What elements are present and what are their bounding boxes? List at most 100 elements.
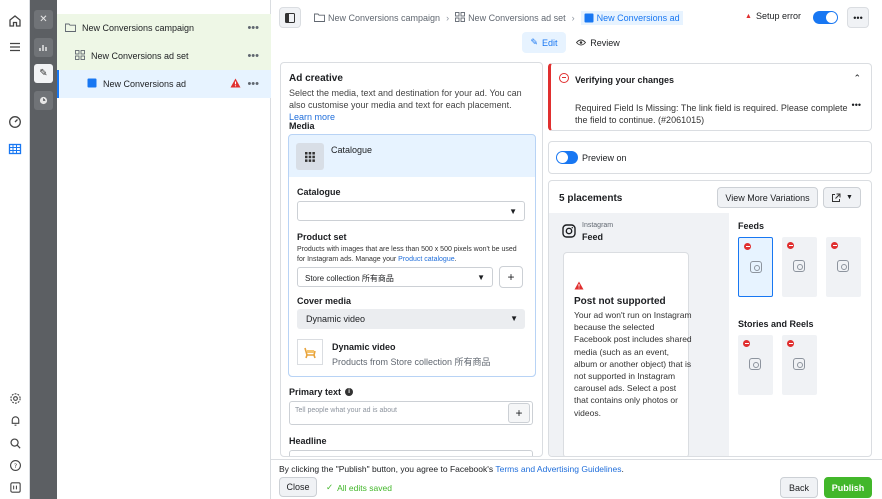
- share-preview-button[interactable]: ▼: [823, 187, 861, 208]
- chevron-up-icon[interactable]: ⌃: [853, 73, 861, 84]
- warning-icon: [230, 78, 241, 90]
- panel-icon: [285, 12, 295, 23]
- chart-icon[interactable]: [34, 38, 53, 57]
- instagram-label: Instagram: [582, 222, 614, 229]
- warning-icon: [574, 281, 584, 290]
- verify-changes-panel: Verifying your changes ⌃ Required Field …: [548, 63, 872, 131]
- product-set-value: Store collection 所有商品: [305, 274, 394, 283]
- folder-icon: [65, 23, 76, 34]
- feed-thumbnail-1[interactable]: [738, 237, 773, 297]
- report-icon[interactable]: [5, 477, 25, 497]
- crumb-adset[interactable]: New Conversions ad set: [468, 13, 566, 23]
- tree-adset-label: New Conversions ad set: [91, 51, 189, 61]
- story-thumbnail-2[interactable]: [782, 335, 817, 395]
- campaign-tree: New Conversions campaign ••• New Convers…: [57, 0, 271, 499]
- preview-toggle-card: Preview on: [548, 141, 872, 174]
- history-icon[interactable]: [34, 91, 53, 110]
- primary-text-input[interactable]: Tell people what your ad is about +: [289, 401, 533, 425]
- not-supported-card: Post not supported Your ad won't run on …: [563, 252, 692, 456]
- setup-error-label: Setup error: [755, 11, 801, 21]
- dynamic-video-subtitle: Products from Store collection 所有商品: [332, 357, 491, 367]
- instagram-icon: [562, 224, 576, 238]
- feed-thumbnail-2[interactable]: [782, 237, 817, 297]
- terms-link[interactable]: Terms and Advertising Guidelines: [495, 464, 621, 474]
- tree-item-adset[interactable]: New Conversions ad set •••: [57, 42, 271, 70]
- crumb-campaign[interactable]: New Conversions campaign: [328, 13, 440, 23]
- chevron-right-icon: ›: [571, 13, 575, 23]
- pencil-icon: ✎: [530, 37, 539, 47]
- media-label: Media: [289, 121, 315, 131]
- not-supported-title: Post not supported: [574, 296, 666, 307]
- dynamic-video-thumbnail: [297, 339, 323, 365]
- chair-icon: [304, 347, 316, 359]
- view-more-variations-button[interactable]: View More Variations: [717, 187, 818, 208]
- dashboard-icon[interactable]: [5, 112, 25, 132]
- search-icon[interactable]: [5, 433, 25, 453]
- notifications-icon[interactable]: [5, 410, 25, 430]
- folder-icon: [314, 13, 325, 24]
- tab-review[interactable]: Review: [573, 32, 623, 53]
- crumb-ad-current[interactable]: New Conversions ad: [580, 11, 683, 25]
- toggle-panel-button[interactable]: [279, 7, 301, 28]
- tab-edit[interactable]: ✎ Edit: [522, 32, 566, 53]
- more-options-icon[interactable]: •••: [852, 100, 861, 110]
- more-options-icon[interactable]: •••: [247, 22, 259, 34]
- product-set-select[interactable]: Store collection 所有商品 ▼: [297, 267, 493, 287]
- feeds-label: Feeds: [738, 221, 765, 231]
- add-primary-text-button[interactable]: +: [508, 403, 530, 423]
- cover-media-select[interactable]: Dynamic video ▼: [297, 309, 525, 329]
- tree-item-campaign[interactable]: New Conversions campaign •••: [57, 14, 271, 42]
- top-bar: New Conversions campaign › New Conversio…: [271, 0, 882, 53]
- close-icon[interactable]: ✕: [34, 10, 53, 29]
- placements-count: 5 placements: [559, 193, 623, 204]
- tree-campaign-label: New Conversions campaign: [82, 23, 195, 33]
- breadcrumb: New Conversions campaign › New Conversio…: [314, 11, 683, 25]
- menu-icon[interactable]: [5, 37, 25, 57]
- more-options-icon[interactable]: •••: [247, 78, 259, 90]
- error-icon: [559, 73, 569, 83]
- close-button[interactable]: Close: [279, 477, 317, 497]
- tree-item-ad[interactable]: New Conversions ad •••: [57, 70, 271, 98]
- instagram-feed-label: Feed: [582, 232, 604, 242]
- not-supported-body: Your ad won't run on Instagram because t…: [574, 310, 692, 418]
- publish-button[interactable]: Publish: [824, 477, 872, 498]
- dynamic-video-title: Dynamic video: [332, 342, 396, 352]
- ads-manager-icon[interactable]: [5, 139, 25, 159]
- placements-panel: 5 placements View More Variations ▼ Inst…: [548, 180, 872, 457]
- caret-down-icon: ▼: [509, 207, 517, 216]
- catalogue-label: Catalogue: [297, 187, 341, 197]
- settings-icon[interactable]: [5, 388, 25, 408]
- info-icon[interactable]: i: [345, 388, 354, 396]
- media-option-catalogue[interactable]: Catalogue: [331, 145, 372, 155]
- product-catalogue-link[interactable]: Product catalogue: [398, 256, 454, 263]
- tab-edit-label: Edit: [542, 37, 558, 48]
- catalogue-settings: Catalogue ▼ Product set Products with im…: [289, 177, 535, 376]
- svg-text:?: ?: [13, 461, 16, 469]
- back-button[interactable]: Back: [780, 477, 818, 498]
- verify-message: Required Field Is Missing: The link fiel…: [575, 103, 848, 125]
- footer-bar: By clicking the "Publish" button, you ag…: [271, 459, 882, 499]
- catalogue-select[interactable]: ▼: [297, 201, 525, 221]
- caret-down-icon: ▼: [846, 194, 853, 201]
- edit-pencil-icon[interactable]: ✎: [34, 64, 53, 83]
- cover-media-label: Cover media: [297, 296, 352, 306]
- home-icon[interactable]: [5, 11, 25, 31]
- preview-toggle-label: Preview on: [582, 153, 627, 163]
- add-product-set-button[interactable]: +: [499, 266, 523, 288]
- help-icon[interactable]: ?: [5, 455, 25, 475]
- instagram-feed-preview: Instagram Feed Post not supported Your a…: [549, 213, 729, 456]
- more-options-button[interactable]: •••: [847, 7, 869, 28]
- story-thumbnail-1[interactable]: [738, 335, 773, 395]
- campaign-on-toggle[interactable]: [813, 11, 838, 24]
- crumb-ad-label: New Conversions ad: [596, 13, 680, 23]
- headline-input[interactable]: [289, 450, 533, 456]
- more-options-icon[interactable]: •••: [247, 50, 259, 62]
- grid-icon: [75, 50, 85, 62]
- preview-toggle[interactable]: [556, 151, 578, 164]
- editor-tool-strip: ✕ ✎: [30, 0, 57, 499]
- warning-icon: ▲: [745, 12, 752, 20]
- media-catalogue-card: Catalogue Catalogue ▼ Product set Produc…: [288, 134, 536, 377]
- stories-reels-label: Stories and Reels: [738, 319, 814, 329]
- external-link-icon: [832, 193, 841, 202]
- feed-thumbnail-3[interactable]: [826, 237, 861, 297]
